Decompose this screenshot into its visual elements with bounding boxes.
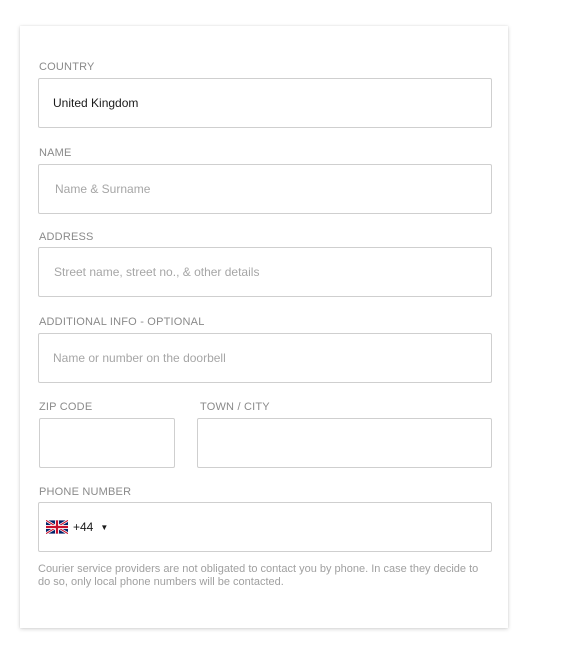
additional-info-label: ADDITIONAL INFO - OPTIONAL [39,316,205,328]
phone-number-label: PHONE NUMBER [39,486,132,498]
name-field-wrapper [38,164,492,214]
name-input[interactable] [39,165,491,213]
name-label: NAME [39,147,72,159]
zip-code-field-wrapper [39,418,175,468]
country-code-dropdown[interactable]: +44 ▼ [46,518,108,536]
country-value: United Kingdom [53,96,139,110]
country-select[interactable]: United Kingdom [38,78,492,128]
address-field-wrapper [38,247,492,297]
phone-disclaimer-note: Courier service providers are not obliga… [38,563,479,588]
address-label: ADDRESS [39,231,94,243]
caret-down-icon: ▼ [100,522,109,532]
zip-code-label: ZIP CODE [39,401,93,413]
uk-flag-icon [46,520,68,534]
phone-number-field[interactable]: +44 ▼ [38,502,492,552]
additional-info-field-wrapper [38,333,492,383]
additional-info-input[interactable] [39,334,491,382]
shipping-address-form: COUNTRY United Kingdom NAME ADDRESS ADDI… [20,26,508,628]
dial-code: +44 [73,520,94,534]
zip-code-input[interactable] [40,419,174,467]
address-input[interactable] [39,248,491,296]
country-label: COUNTRY [39,61,95,73]
town-city-label: TOWN / CITY [200,401,270,413]
town-city-input[interactable] [198,419,491,467]
town-city-field-wrapper [197,418,492,468]
